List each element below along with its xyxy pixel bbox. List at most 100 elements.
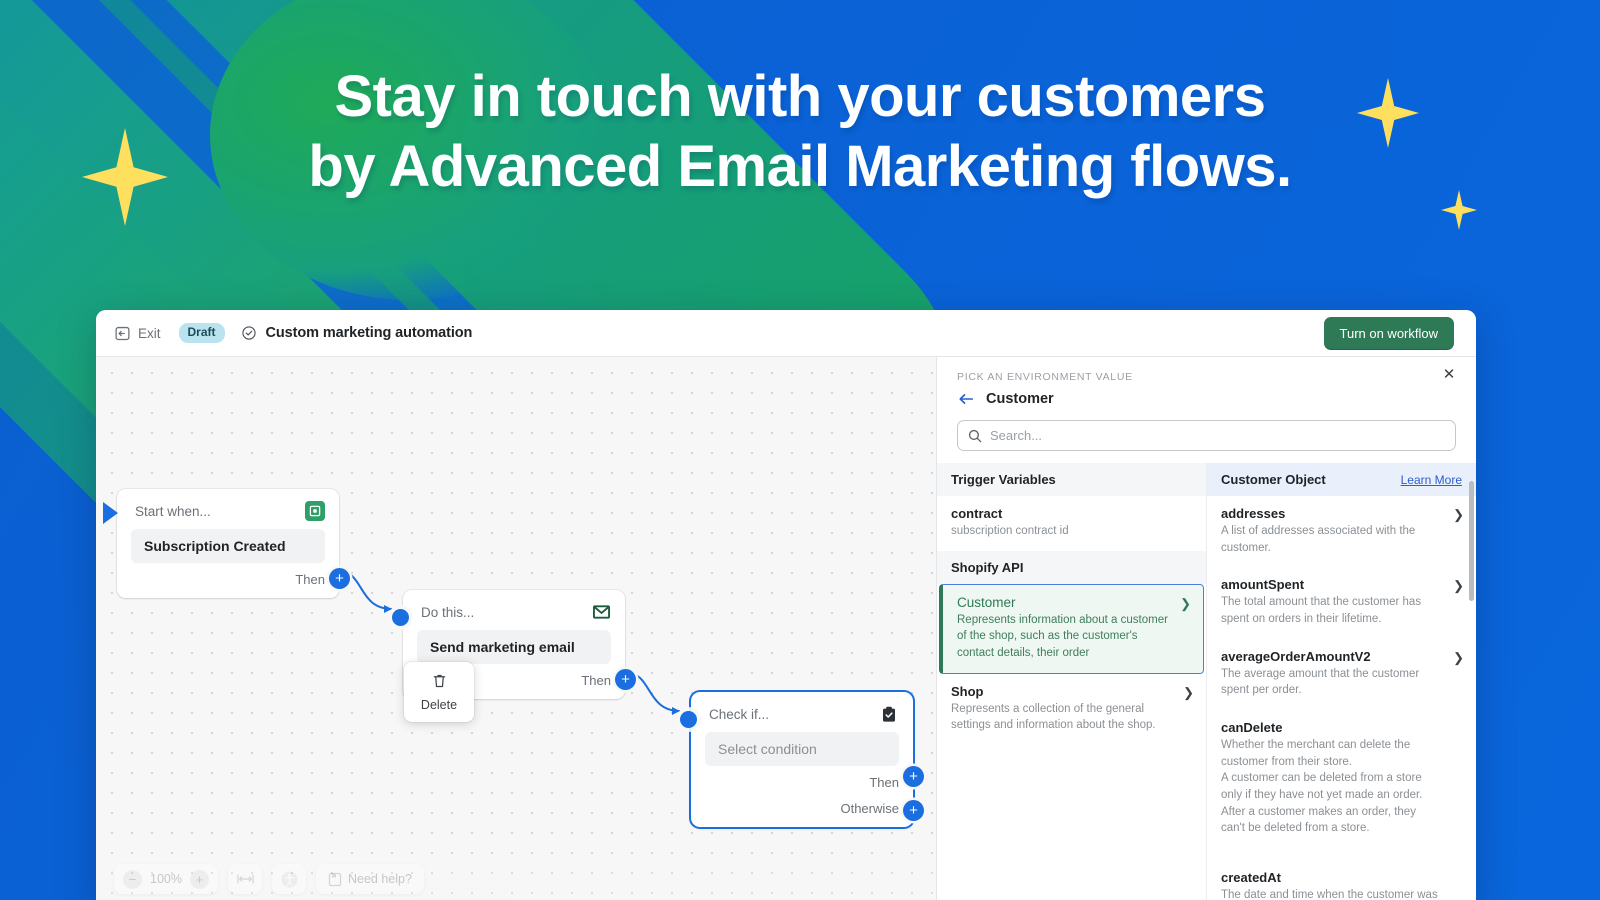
panel-scrollbar[interactable]	[1469, 481, 1474, 601]
item-description: The average amount that the customer spe…	[1221, 667, 1420, 697]
node-value[interactable]: Subscription Created	[131, 529, 325, 563]
zoom-out-button[interactable]: −	[123, 869, 142, 889]
group-label: Customer Object	[1221, 472, 1326, 487]
node-header-label: Start when...	[135, 503, 211, 519]
workflow-canvas[interactable]: Start when... Subscription Created Then …	[96, 357, 936, 900]
need-help-label: Need help?	[348, 872, 412, 886]
back-arrow-icon[interactable]	[957, 390, 975, 408]
accessibility-button[interactable]	[272, 864, 306, 894]
group-label: Shopify API	[951, 559, 1024, 575]
node-footer-label: Then	[295, 572, 325, 587]
item-name: canDelete	[1221, 720, 1283, 736]
chevron-right-icon: ❯	[1453, 578, 1464, 594]
add-then-branch-button[interactable]: +	[903, 766, 924, 787]
panel-eyebrow: PICK AN ENVIRONMENT VALUE	[957, 371, 1133, 383]
item-description: subscription contract id	[951, 525, 1069, 537]
clipboard-check-icon	[879, 704, 899, 724]
help-book-icon	[328, 872, 342, 886]
canvas-toolbar: − 100% + Need help?	[96, 848, 936, 900]
zoom-in-button[interactable]: +	[190, 869, 209, 889]
node-header-label: Do this...	[421, 604, 475, 620]
hero-headline: Stay in touch with your customers by Adv…	[0, 62, 1600, 201]
status-badge: Draft	[178, 323, 225, 343]
workflow-node-start[interactable]: Start when... Subscription Created Then …	[103, 489, 350, 598]
fit-to-screen-button[interactable]	[228, 864, 262, 894]
start-marker-icon	[103, 502, 118, 524]
node-footer: Then	[117, 563, 339, 598]
otherwise-label: Otherwise	[840, 801, 899, 816]
node-input-connector	[680, 711, 697, 728]
check-circle-icon	[241, 326, 256, 340]
list-item-averageorderamountv2[interactable]: averageOrderAmountV2 The average amount …	[1207, 639, 1476, 710]
delete-label: Delete	[420, 698, 458, 712]
node-header-label: Check if...	[709, 706, 770, 722]
list-item-addresses[interactable]: addresses A list of addresses associated…	[1207, 496, 1476, 567]
node-header: Do this...	[403, 590, 625, 630]
panel-right-column[interactable]: Customer Object Learn More addresses A l…	[1207, 463, 1476, 900]
trash-icon	[433, 674, 445, 688]
learn-more-link[interactable]: Learn More	[1401, 473, 1462, 487]
group-header-shopify-api: Shopify API	[937, 550, 1206, 584]
node-input-connector	[392, 609, 409, 626]
exit-button[interactable]: Exit	[114, 325, 161, 342]
environment-value-panel: PICK AN ENVIRONMENT VALUE Customer ✕ Sea…	[936, 357, 1476, 900]
need-help-button[interactable]: Need help?	[316, 864, 424, 894]
node-context-menu[interactable]: Delete	[404, 662, 474, 722]
group-header-trigger-variables: Trigger Variables	[937, 463, 1206, 496]
group-label: Trigger Variables	[951, 472, 1056, 487]
envelope-icon	[591, 602, 611, 622]
node-footer-otherwise: Otherwise	[691, 801, 913, 827]
item-name: addresses	[1221, 506, 1286, 521]
item-name: averageOrderAmountV2	[1221, 648, 1371, 664]
panel-title: Customer	[986, 391, 1054, 407]
workflow-node-condition[interactable]: Check if... Select condition Then Otherw…	[680, 692, 924, 827]
item-name: Shop	[951, 683, 984, 699]
add-step-button[interactable]: +	[329, 568, 350, 589]
then-label: Then	[869, 775, 899, 790]
chevron-right-icon: ❯	[1453, 649, 1464, 665]
page-title: Custom marketing automation	[265, 325, 473, 341]
list-item-shop[interactable]: Shop Represents a collection of the gene…	[937, 674, 1206, 745]
panel-left-column[interactable]: Trigger Variables contract subscription …	[937, 463, 1207, 900]
close-icon[interactable]: ✕	[1438, 363, 1460, 385]
chevron-right-icon: ❯	[1453, 507, 1464, 522]
exit-icon	[115, 326, 130, 340]
chevron-right-icon: ❯	[1183, 684, 1194, 700]
app-topbar: Exit Draft Custom marketing automation T…	[96, 310, 1476, 357]
search-icon	[968, 429, 982, 442]
group-header-customer-object: Customer Object Learn More	[1207, 463, 1476, 496]
node-footer-label: Then	[581, 673, 611, 688]
zoom-level-label: 100%	[150, 872, 182, 886]
hero-headline-line1: Stay in touch with your customers	[334, 64, 1266, 129]
item-description: The total amount that the customer has s…	[1221, 596, 1422, 626]
shopify-bag-icon	[305, 501, 325, 521]
item-name: contract	[951, 506, 1003, 521]
list-item-candelete[interactable]: canDelete Whether the merchant can delet…	[1207, 710, 1476, 848]
turn-on-workflow-button[interactable]: Turn on workflow	[1323, 316, 1454, 350]
list-item-customer[interactable]: Customer Represents information about a …	[939, 583, 1204, 674]
node-value[interactable]: Send marketing email	[417, 630, 611, 664]
search-field[interactable]	[957, 420, 1456, 451]
chevron-right-icon: ❯	[1180, 595, 1191, 611]
item-description: Represents information about a customer …	[957, 613, 1168, 660]
hero-headline-line2: by Advanced Email Marketing flows.	[308, 133, 1292, 199]
node-header: Start when...	[117, 489, 339, 529]
item-description: Represents a collection of the general s…	[951, 702, 1156, 732]
zoom-controls: − 100% +	[114, 864, 218, 894]
item-description: The date and time when the customer was …	[1221, 889, 1438, 900]
panel-header: PICK AN ENVIRONMENT VALUE Customer ✕	[937, 357, 1476, 408]
fit-to-screen-icon	[236, 874, 254, 884]
accessibility-icon	[281, 871, 297, 887]
node-footer-then: Then	[691, 766, 913, 801]
search-input[interactable]	[990, 428, 1445, 443]
list-item-createdat[interactable]: createdAt The date and time when the cus…	[1207, 848, 1476, 900]
item-name: amountSpent	[1221, 577, 1305, 593]
add-otherwise-branch-button[interactable]: +	[903, 800, 924, 821]
condition-select[interactable]: Select condition	[705, 732, 899, 766]
list-item-contract[interactable]: contract subscription contract id	[937, 496, 1206, 551]
add-step-button[interactable]: +	[615, 669, 636, 690]
item-description: A list of addresses associated with the …	[1221, 525, 1416, 554]
item-name: createdAt	[1221, 870, 1281, 886]
exit-label: Exit	[138, 325, 161, 341]
list-item-amountspent[interactable]: amountSpent The total amount that the cu…	[1207, 567, 1476, 638]
